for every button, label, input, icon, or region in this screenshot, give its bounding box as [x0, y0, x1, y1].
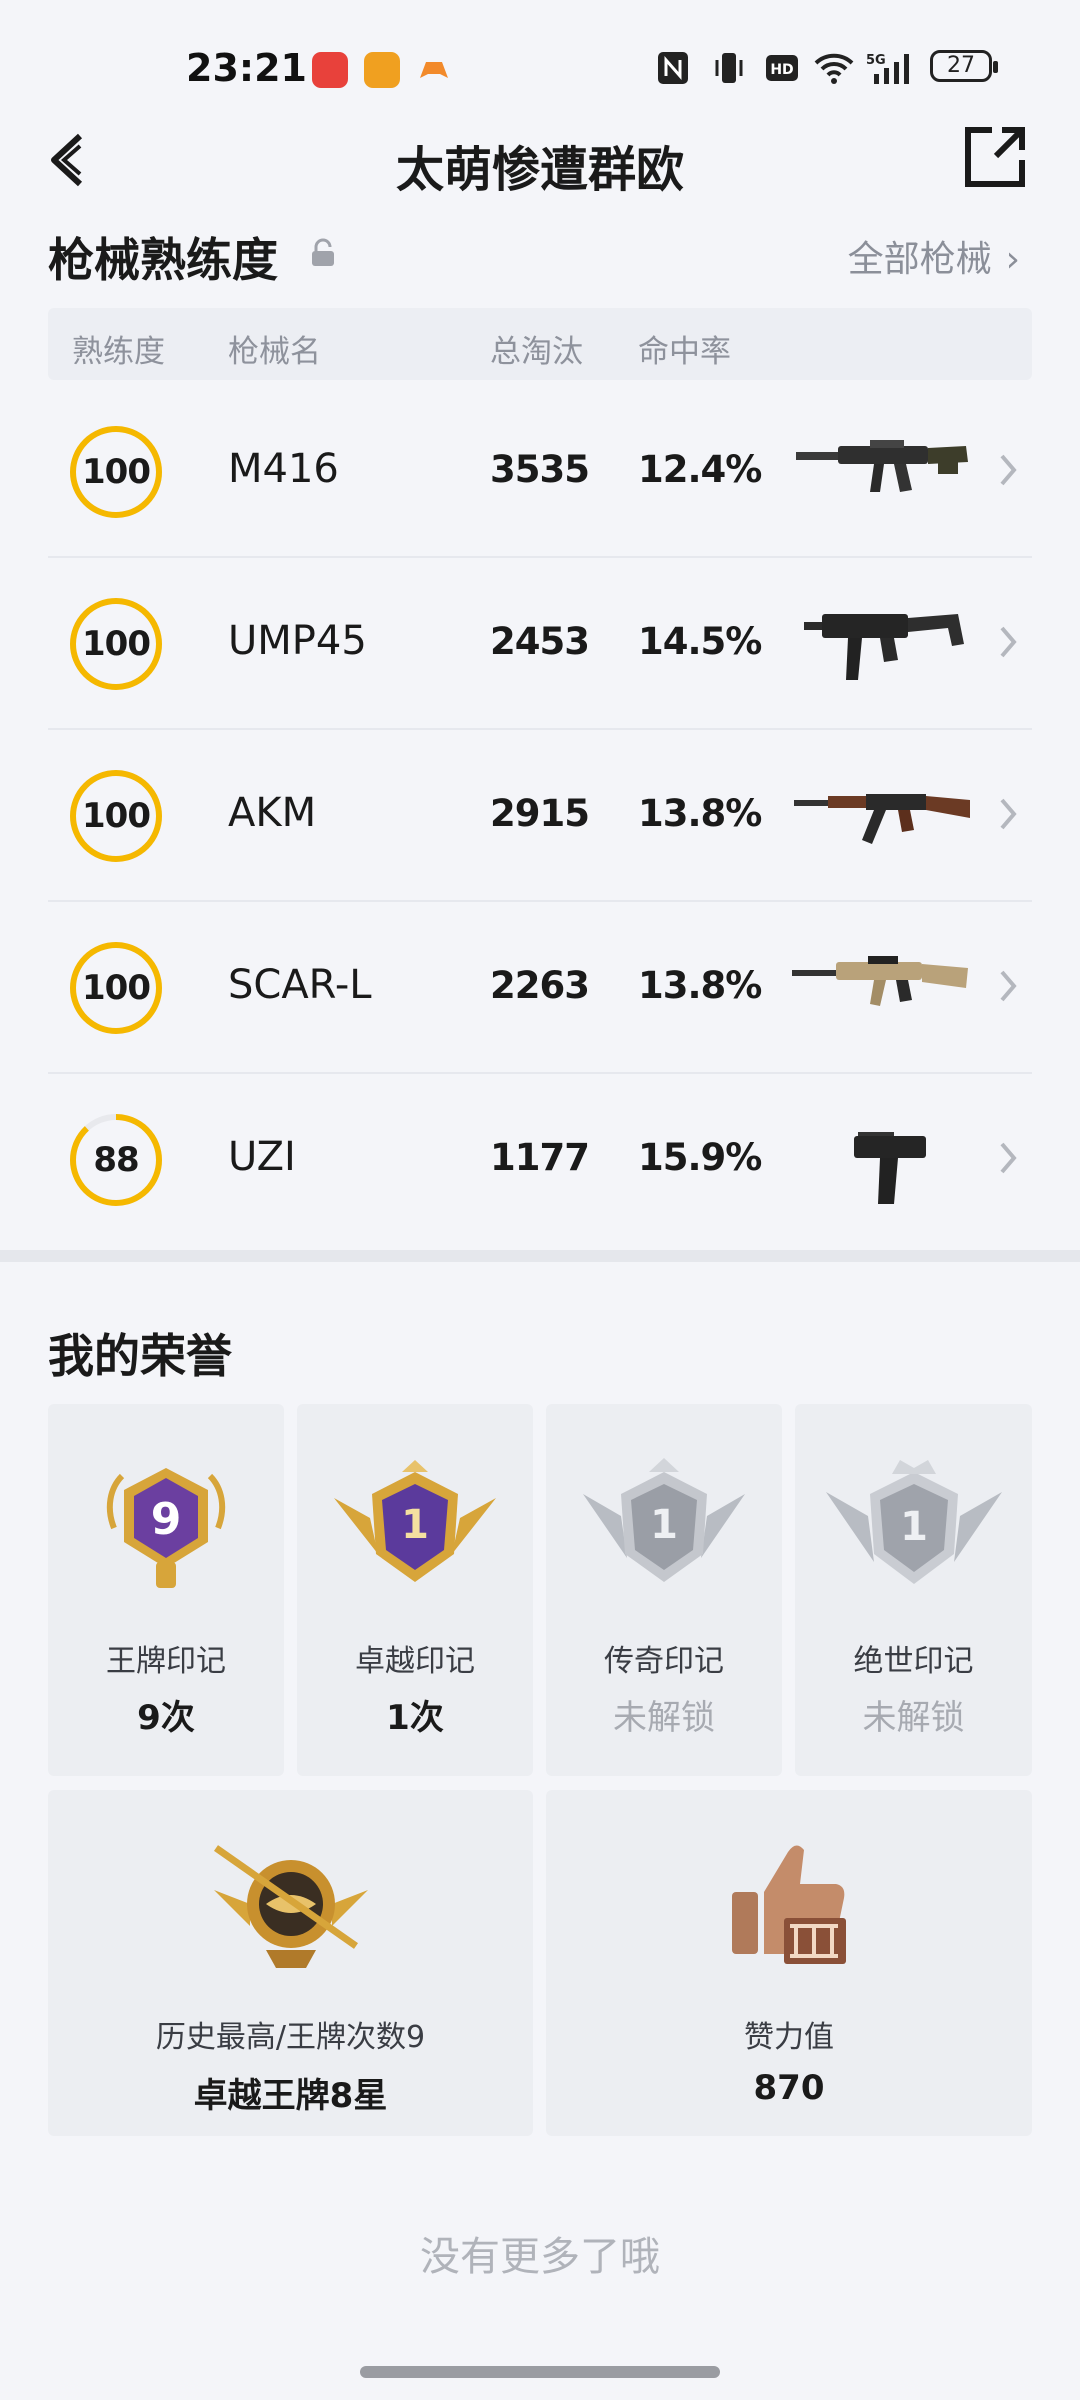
- weapon-row[interactable]: 100 M416 3535 12.4%: [48, 386, 1032, 558]
- badge-label: 绝世印记: [853, 1644, 974, 1679]
- weapon-kills: 1177: [490, 1136, 590, 1179]
- proficiency-value: 88: [93, 1140, 139, 1180]
- weapon-hit-rate: 12.4%: [638, 448, 762, 491]
- assault-rifle-icon: [796, 440, 968, 492]
- peerless-badge-icon: 1: [825, 1460, 1002, 1584]
- honors-section-title: 我的荣誉: [48, 1329, 232, 1383]
- weapon-name: M416: [228, 446, 339, 492]
- proficiency-value: 100: [82, 452, 151, 492]
- weapon-kills: 2915: [490, 792, 590, 835]
- assault-rifle-icon: [792, 956, 968, 1006]
- chevron-right-icon: [1000, 1142, 1017, 1174]
- chevron-right-icon: [1000, 798, 1017, 830]
- hd-icon: HD: [766, 55, 798, 81]
- status-time: 23:21: [186, 46, 307, 90]
- likes-card[interactable]: 赞力值 870: [546, 1790, 1032, 2136]
- end-of-list-text: 没有更多了哦: [420, 2234, 660, 2280]
- weapon-row[interactable]: 88 UZI 1177 15.9%: [48, 1074, 1032, 1244]
- assault-rifle-icon: [794, 794, 970, 844]
- excellence-badge-icon: 1: [334, 1460, 496, 1582]
- weapon-name: AKM: [228, 790, 317, 836]
- badge-number: 1: [650, 1502, 678, 1548]
- weapons-table-header: 熟练度 枪械名 总淘汰 命中率: [48, 308, 1032, 380]
- likes-value: 870: [753, 2068, 825, 2108]
- sniper-trophy-icon: [213, 1845, 368, 1968]
- badge-card-ace[interactable]: 9 王牌印记 9次: [48, 1404, 284, 1776]
- app-notification-icon: [364, 52, 400, 88]
- weapon-row[interactable]: 100 AKM 2915 13.8%: [48, 730, 1032, 902]
- game-notification-icon: [416, 52, 452, 88]
- badge-card-excellence[interactable]: 1 卓越印记 1次: [297, 1404, 533, 1776]
- vibrate-icon: [715, 53, 743, 83]
- weapon-kills: 2263: [490, 964, 590, 1007]
- badge-value: 未解锁: [862, 1698, 965, 1738]
- weapon-hit-rate: 15.9%: [638, 1136, 762, 1179]
- badge-number: 1: [900, 1504, 928, 1550]
- chevron-right-icon: ›: [1005, 239, 1020, 280]
- column-header: 总淘汰: [490, 334, 583, 370]
- weapon-hit-rate: 14.5%: [638, 620, 762, 663]
- weapon-row[interactable]: 100 UMP45 2453 14.5%: [48, 558, 1032, 730]
- ace-badge-icon: 9: [106, 1468, 226, 1588]
- weapon-name: SCAR-L: [228, 962, 372, 1008]
- history-best-card[interactable]: 历史最高/王牌次数9 卓越王牌8星: [48, 1790, 533, 2136]
- badge-card-peerless[interactable]: 1 绝世印记 未解锁: [795, 1404, 1032, 1776]
- badge-value: 未解锁: [613, 1698, 715, 1738]
- likes-label: 赞力值: [744, 2020, 834, 2055]
- home-indicator[interactable]: [360, 2366, 720, 2378]
- thumbs-up-icon: [732, 1845, 846, 1964]
- smg-icon: [804, 614, 964, 680]
- svg-text:5G: 5G: [866, 53, 886, 68]
- proficiency-value: 100: [82, 968, 151, 1008]
- badge-label: 王牌印记: [106, 1644, 226, 1679]
- weapons-list: 100 M416 3535 12.4% 100 UMP45 2453 14.5%…: [48, 386, 1032, 1244]
- column-header: 枪械名: [228, 334, 321, 370]
- badge-label: 传奇印记: [604, 1644, 724, 1679]
- column-header: 命中率: [638, 334, 731, 370]
- column-header: 熟练度: [72, 334, 165, 370]
- battery-indicator: 27: [930, 50, 998, 82]
- weapons-section-title: 枪械熟练度: [48, 233, 278, 287]
- weapon-hit-rate: 13.8%: [638, 964, 762, 1007]
- proficiency-value: 100: [82, 624, 151, 664]
- badge-value: 9次: [137, 1698, 195, 1738]
- svg-text:HD: HD: [770, 62, 793, 78]
- all-weapons-link[interactable]: 全部枪械 ›: [848, 230, 1020, 282]
- history-value: 卓越王牌8星: [193, 2076, 388, 2116]
- chevron-right-icon: [1000, 970, 1017, 1002]
- signal-5g-icon: 5G: [866, 53, 909, 84]
- legend-badge-icon: 1: [583, 1458, 745, 1582]
- nfc-icon: [658, 52, 688, 84]
- chevron-right-icon: [1000, 454, 1017, 486]
- uzi-icon: [854, 1132, 926, 1204]
- weapon-kills: 2453: [490, 620, 590, 663]
- weapon-hit-rate: 13.8%: [638, 792, 762, 835]
- weapon-name: UMP45: [228, 618, 367, 664]
- status-bar: 23:21 HD 5G 27: [0, 0, 1080, 120]
- badge-value: 1次: [386, 1698, 444, 1738]
- chevron-right-icon: [1000, 626, 1017, 658]
- badge-number: 1: [401, 1502, 429, 1548]
- badge-number: 9: [151, 1494, 182, 1545]
- badge-label: 卓越印记: [355, 1644, 475, 1679]
- section-divider: [0, 1250, 1080, 1262]
- weapon-name: UZI: [228, 1134, 296, 1180]
- wifi-icon: [814, 53, 854, 84]
- weapon-kills: 3535: [490, 448, 590, 491]
- history-label: 历史最高/王牌次数9: [155, 2020, 426, 2055]
- proficiency-value: 100: [82, 796, 151, 836]
- badge-card-legend[interactable]: 1 传奇印记 未解锁: [546, 1404, 782, 1776]
- weapon-row[interactable]: 100 SCAR-L 2263 13.8%: [48, 902, 1032, 1074]
- lock-icon[interactable]: [310, 238, 336, 268]
- share-icon[interactable]: [962, 124, 1028, 190]
- all-weapons-label: 全部枪械: [847, 239, 992, 280]
- app-notification-icon: [312, 52, 348, 88]
- top-nav: 太萌惨遭群欧: [0, 120, 1080, 200]
- page-title: 太萌惨遭群欧: [395, 142, 684, 198]
